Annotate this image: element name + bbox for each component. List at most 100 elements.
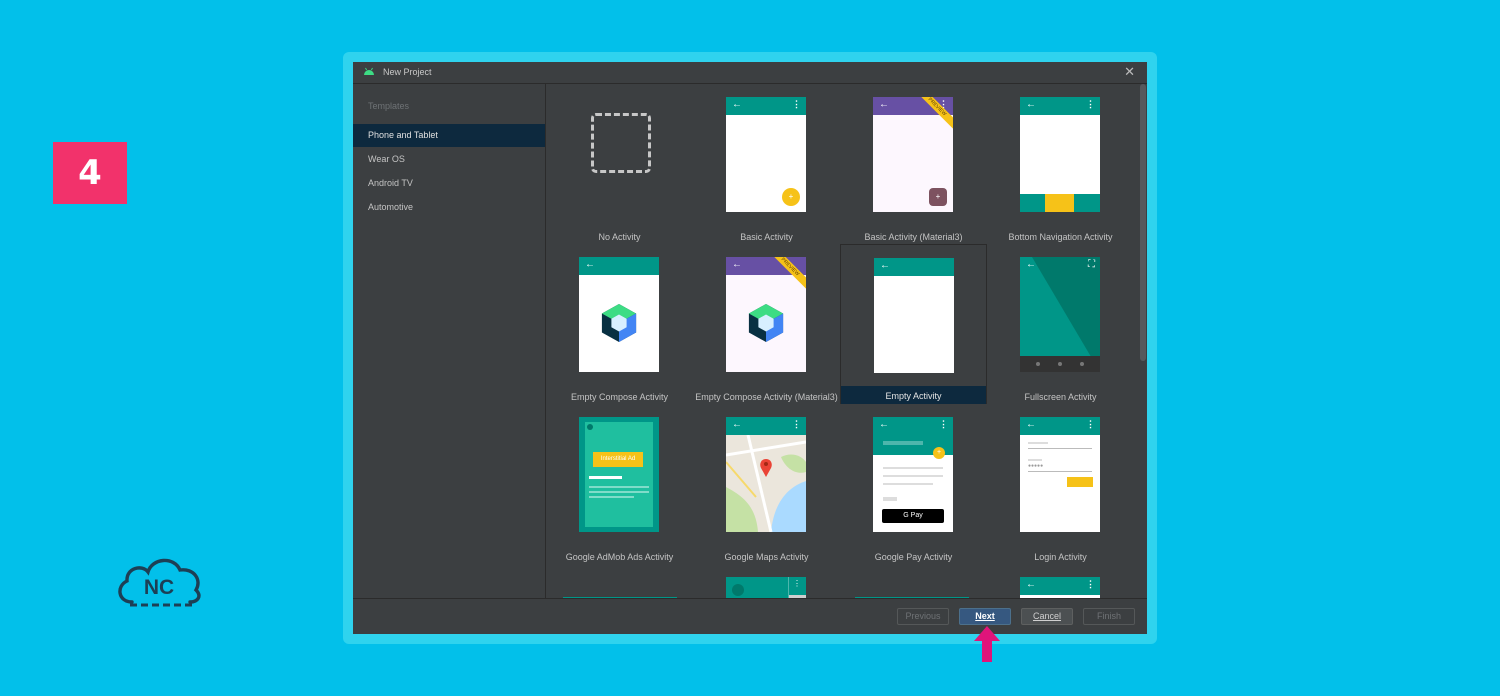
previous-button[interactable]: Previous — [897, 608, 949, 625]
template-peek-2[interactable]: ⋮ — [726, 577, 806, 598]
template-basic-activity-material3[interactable]: ← ⋮ PREVIEW + Basic Activity (Material3) — [840, 84, 987, 244]
ad-label: Interstitial Ad — [593, 452, 643, 467]
text-line — [883, 483, 933, 485]
scrollbar-thumb[interactable] — [1140, 84, 1146, 361]
templates-sidebar: Templates Phone and Tablet Wear OS Andro… — [353, 84, 546, 598]
overflow-menu-icon: ⋮ — [939, 419, 948, 429]
android-icon — [364, 67, 374, 75]
bottom-navigation-selected — [1045, 194, 1074, 212]
logo-text: NC — [144, 576, 174, 599]
sidebar-item-wear-os[interactable]: Wear OS — [353, 148, 545, 171]
overflow-menu-icon: ⋮ — [1086, 419, 1095, 429]
sidebar-item-automotive[interactable]: Automotive — [353, 196, 545, 219]
phone-preview: ← — [874, 258, 954, 373]
back-arrow-icon: ← — [879, 99, 889, 110]
nc-cloud-logo: NC — [118, 558, 201, 607]
overflow-menu-icon: ⋮ — [792, 419, 801, 429]
back-arrow-icon: ← — [585, 259, 595, 270]
template-label: No Activity — [598, 232, 641, 242]
dialog-footer: Previous Next Cancel Finish — [353, 598, 1147, 634]
template-label: Empty Compose Activity — [570, 392, 669, 402]
template-google-maps-activity[interactable]: ← ⋮ Google Maps Activity — [693, 404, 840, 564]
close-dot-icon — [587, 424, 593, 430]
template-label: Google Pay Activity — [874, 552, 953, 562]
field-hint — [1028, 442, 1048, 444]
back-arrow-icon: ← — [880, 260, 890, 271]
app-bar: ← ⋮ — [726, 417, 806, 435]
fullscreen-icon: ⛶ — [1088, 259, 1095, 270]
fab-icon: + — [933, 447, 945, 459]
template-label: Empty Activity — [885, 391, 942, 401]
phone-preview: ← ⋮ + G Pay — [873, 417, 953, 532]
close-icon[interactable]: ✕ — [1124, 64, 1135, 80]
back-arrow-icon: ← — [1026, 419, 1036, 430]
dialog-title: New Project — [383, 67, 432, 77]
phone-preview: ← ⋮ — [1020, 97, 1100, 212]
template-empty-compose-activity-material3[interactable]: ← PREVIEW Empty Compose Activity (Materi… — [693, 244, 840, 404]
avatar — [732, 584, 744, 596]
empty-placeholder-icon — [591, 113, 651, 173]
ad-line — [589, 491, 649, 493]
overflow-menu-icon: ⋮ — [1086, 579, 1095, 589]
back-arrow-icon: ← — [1026, 259, 1036, 270]
ad-line — [589, 496, 634, 498]
email-field-line — [1028, 448, 1092, 449]
overflow-menu-icon: ⋮ — [792, 99, 801, 109]
password-dots: ●●●●● — [1028, 463, 1044, 469]
password-field-line — [1028, 471, 1092, 472]
template-label: Login Activity — [1034, 552, 1087, 562]
template-no-activity[interactable]: No Activity — [546, 84, 693, 244]
phone-preview: ← ⛶ — [1020, 257, 1100, 372]
template-peek-4[interactable]: ← ⋮ — [1020, 577, 1100, 598]
fab-icon: + — [782, 188, 800, 206]
phone-preview: ← — [579, 257, 659, 372]
template-login-activity[interactable]: ← ⋮ ●●●●● Login Activity — [987, 404, 1134, 564]
overflow-menu-icon: ⋮ — [1086, 99, 1095, 109]
template-empty-activity[interactable]: ← Empty Activity — [840, 244, 987, 404]
template-basic-activity[interactable]: ← ⋮ + Basic Activity — [693, 84, 840, 244]
back-arrow-icon: ← — [732, 99, 742, 110]
phone-preview: Interstitial Ad — [579, 417, 659, 532]
phone-preview: ← PREVIEW — [726, 257, 806, 372]
template-label: Basic Activity (Material3) — [864, 232, 963, 242]
new-project-dialog: New Project ✕ Templates Phone and Tablet… — [353, 62, 1147, 634]
template-label: Google Maps Activity — [724, 552, 809, 562]
back-arrow-icon: ← — [732, 419, 742, 430]
phone-preview: ← ⋮ PREVIEW + — [873, 97, 953, 212]
fab-icon: + — [929, 188, 947, 206]
back-arrow-icon: ← — [879, 419, 889, 430]
template-label: Basic Activity — [740, 232, 793, 242]
step-number-badge: 4 — [53, 142, 127, 204]
next-button[interactable]: Next — [959, 608, 1011, 625]
template-fullscreen-activity[interactable]: ← ⛶ Fullscreen Activity — [987, 244, 1134, 404]
fullscreen-graphic — [1020, 257, 1100, 372]
header-line — [883, 441, 923, 445]
template-bottom-navigation-activity[interactable]: ← ⋮ Bottom Navigation Activity — [987, 84, 1134, 244]
template-label: Google AdMob Ads Activity — [565, 552, 674, 562]
phone-preview: ← ⋮ + — [726, 97, 806, 212]
field-hint — [1028, 459, 1042, 461]
interstitial-card — [585, 422, 653, 527]
back-arrow-icon: ← — [1026, 99, 1036, 110]
sidebar-item-android-tv[interactable]: Android TV — [353, 172, 545, 195]
pointer-arrow-icon — [974, 626, 1000, 662]
text-line — [883, 475, 943, 477]
ad-line — [589, 486, 649, 488]
jetpack-compose-icon — [601, 304, 637, 342]
phone-preview: ← ⋮ ●●●●● — [1020, 417, 1100, 532]
finish-button[interactable]: Finish — [1083, 608, 1135, 625]
text-line — [883, 497, 897, 501]
app-bar: ← ⋮ — [1020, 97, 1100, 115]
app-bar: ← ⋮ — [726, 97, 806, 115]
app-bar: ← — [874, 258, 954, 276]
template-empty-compose-activity[interactable]: ← Empty Compose Activity — [546, 244, 693, 404]
sidebar-item-phone-and-tablet[interactable]: Phone and Tablet — [353, 124, 545, 147]
cancel-button[interactable]: Cancel — [1021, 608, 1073, 625]
template-google-admob-ads-activity[interactable]: Interstitial Ad Google AdMob Ads Activit… — [546, 404, 693, 564]
sidebar-heading: Templates — [368, 101, 410, 111]
app-bar: ← — [579, 257, 659, 275]
app-bar: ← ⋮ — [1020, 417, 1100, 435]
login-button — [1067, 477, 1093, 487]
back-arrow-icon: ← — [1026, 579, 1036, 590]
template-google-pay-activity[interactable]: ← ⋮ + G Pay Google Pay Activity — [840, 404, 987, 564]
